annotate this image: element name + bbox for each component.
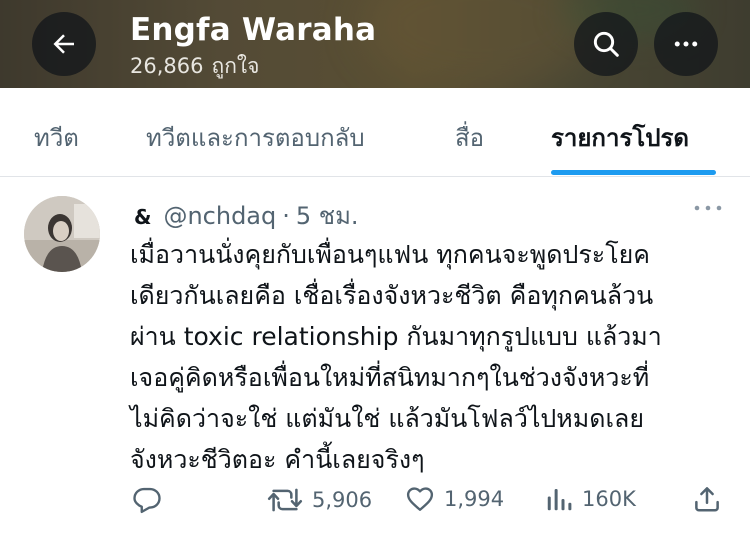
tweet-time[interactable]: 5 ชม. (296, 202, 359, 230)
reply-button[interactable] (132, 484, 162, 514)
search-icon (593, 31, 619, 57)
likes-count-line: 26,866 ถูกใจ (130, 50, 267, 83)
avatar-photo (24, 196, 100, 272)
retweet-icon (267, 488, 303, 512)
tweet-text-line: เมื่อวานนั่งคุยกับเพื่อนๆแฟน ทุกคนจะพูดป… (130, 240, 651, 269)
tweet-more-button[interactable] (692, 198, 724, 222)
reply-icon (133, 487, 161, 514)
analytics-icon (547, 489, 572, 511)
tab-tweets[interactable]: ทวีต (34, 118, 79, 157)
views-button[interactable]: 160K (544, 484, 636, 514)
more-horizontal-icon (694, 205, 722, 211)
active-tab-indicator (551, 170, 716, 175)
retweet-button[interactable]: 5,906 (266, 484, 372, 516)
tweet-text-line: ไม่คิดว่าจะใช่ แต่มันใช่ แล้วมันโฟลว์ไปห… (130, 404, 645, 433)
tweet-text-line: จังหวะชีวิตอะ คำนี้เลยจริงๆ (130, 445, 425, 474)
share-icon (695, 487, 719, 512)
tweet-text-line: เจอคู่คิดหรือเพื่อนใหม่ที่สนิทมากๆในช่วง… (130, 363, 650, 392)
search-button[interactable] (574, 12, 638, 76)
avatar[interactable] (24, 196, 100, 272)
tweet-text-line: ผ่าน toxic relationship กันมาทุกรูปแบบ แ… (130, 322, 662, 351)
profile-header: Engfa Waraha 26,866 ถูกใจ (0, 0, 750, 88)
more-horizontal-icon (674, 41, 698, 47)
likes-label: ถูกใจ (211, 54, 260, 78)
tweet-header: & @nchdaq · 5 ชม. (134, 196, 359, 235)
likes-count: 26,866 (130, 54, 204, 78)
profile-tabs: ทวีต ทวีตและการตอบกลับ สื่อ รายการโปรด (0, 88, 750, 177)
profile-name: Engfa Waraha (130, 12, 377, 48)
tweet-text: เมื่อวานนั่งคุยกับเพื่อนๆแฟน ทุกคนจะพูดป… (130, 234, 730, 480)
tab-tweets-and-replies[interactable]: ทวีตและการตอบกลับ (146, 118, 365, 157)
views-count: 160K (582, 487, 636, 511)
more-button[interactable] (654, 12, 718, 76)
retweet-count: 5,906 (312, 488, 373, 512)
heart-icon (406, 487, 434, 511)
tab-media[interactable]: สื่อ (455, 118, 484, 157)
share-button[interactable] (692, 484, 722, 514)
header-separator: · (282, 202, 290, 230)
tab-likes[interactable]: รายการโปรด (551, 118, 689, 157)
author-handle[interactable]: @nchdaq (163, 202, 276, 230)
arrow-left-icon (53, 34, 74, 54)
like-count: 1,994 (444, 487, 505, 511)
back-button[interactable] (32, 12, 96, 76)
like-button[interactable]: 1,994 (404, 484, 504, 514)
tweet-text-line: เดียวกันเลยคือ เชื่อเรื่องจังหวะชีวิต คื… (130, 281, 654, 310)
author-display-name[interactable]: & (134, 205, 151, 229)
